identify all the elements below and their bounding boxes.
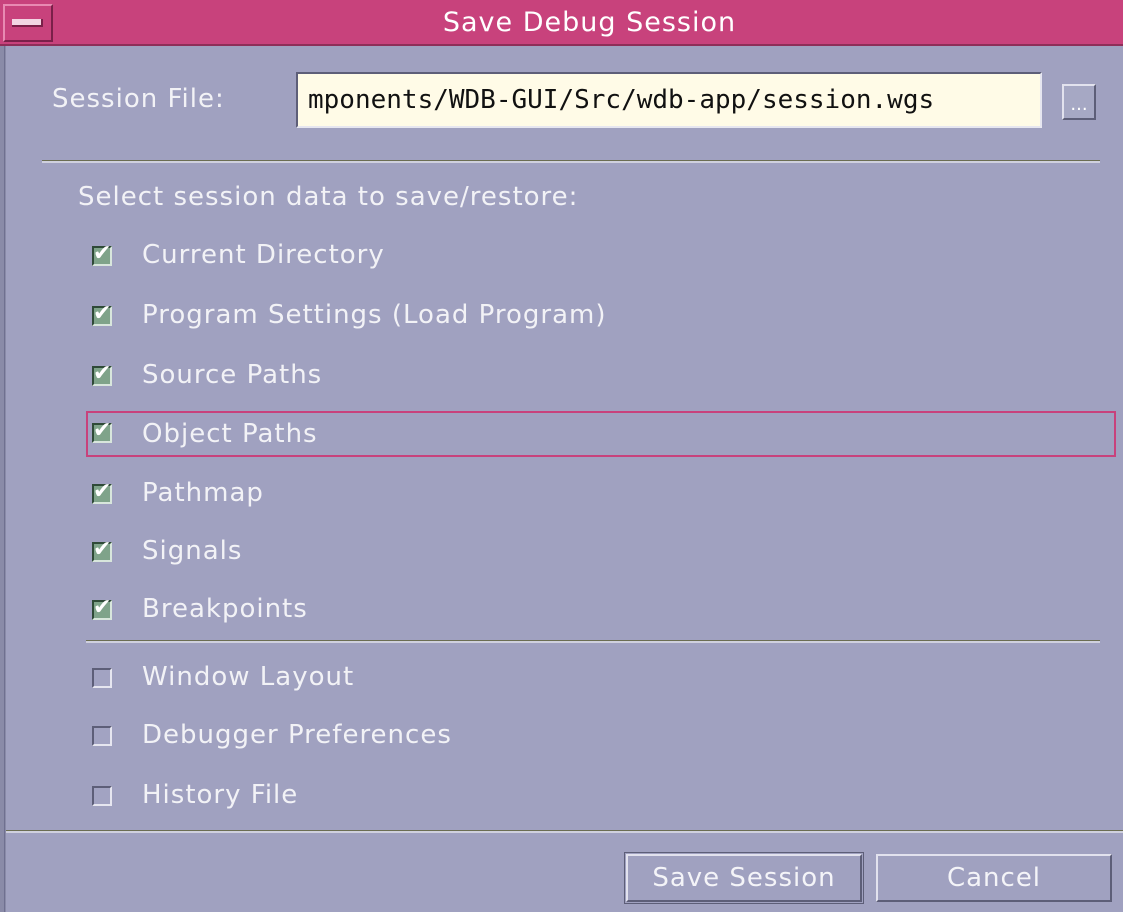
check-icon: ✔ <box>93 418 112 443</box>
option-label: Source Paths <box>142 360 323 390</box>
separator <box>6 830 1123 833</box>
option-history-file[interactable]: History File <box>86 774 1116 820</box>
option-breakpoints[interactable]: ✔ Breakpoints <box>86 588 1116 634</box>
session-file-label: Session File: <box>52 84 225 114</box>
option-label: Debugger Preferences <box>142 720 452 750</box>
check-icon: ✔ <box>93 479 112 504</box>
checkbox[interactable] <box>92 786 112 806</box>
separator <box>86 640 1100 643</box>
save-session-button[interactable]: Save Session <box>624 852 864 904</box>
option-label: History File <box>142 780 299 810</box>
checkbox[interactable] <box>92 668 112 688</box>
checkbox[interactable]: ✔ <box>92 480 112 504</box>
option-debugger-preferences[interactable]: Debugger Preferences <box>86 714 1116 760</box>
option-signals[interactable]: ✔ Signals <box>86 530 1116 576</box>
option-pathmap[interactable]: ✔ Pathmap <box>86 472 1116 518</box>
option-label: Current Directory <box>142 240 385 270</box>
check-icon: ✔ <box>93 301 112 326</box>
option-label: Object Paths <box>142 419 318 449</box>
separator <box>42 160 1100 163</box>
option-source-paths[interactable]: ✔ Source Paths <box>86 354 1116 400</box>
browse-button[interactable]: ... <box>1062 84 1096 120</box>
option-label: Breakpoints <box>142 594 308 624</box>
option-label: Pathmap <box>142 478 264 508</box>
checkbox[interactable]: ✔ <box>92 302 112 326</box>
option-label: Program Settings (Load Program) <box>142 300 607 330</box>
check-icon: ✔ <box>93 361 112 386</box>
window-title: Save Debug Session <box>442 7 737 38</box>
cancel-button[interactable]: Cancel <box>876 854 1112 902</box>
title-bar: Save Debug Session <box>0 0 1123 46</box>
checkbox[interactable]: ✔ <box>92 362 112 386</box>
window-menu-button[interactable] <box>3 4 53 42</box>
check-icon: ✔ <box>93 537 112 562</box>
check-icon: ✔ <box>93 241 112 266</box>
checkbox[interactable]: ✔ <box>92 538 112 562</box>
checkbox[interactable]: ✔ <box>92 419 112 443</box>
session-file-input[interactable]: mponents/WDB-GUI/Src/wdb-app/session.wgs <box>296 72 1042 128</box>
option-label: Window Layout <box>142 662 355 692</box>
checkbox[interactable] <box>92 726 112 746</box>
minus-icon <box>12 19 43 27</box>
checkbox[interactable]: ✔ <box>92 242 112 266</box>
window-frame-left <box>0 46 6 912</box>
option-current-directory[interactable]: ✔ Current Directory <box>86 234 1116 280</box>
option-window-layout[interactable]: Window Layout <box>86 656 1116 702</box>
option-program-settings[interactable]: ✔ Program Settings (Load Program) <box>86 294 1116 340</box>
check-icon: ✔ <box>93 595 112 620</box>
option-object-paths[interactable]: ✔ Object Paths <box>86 411 1116 457</box>
section-heading: Select session data to save/restore: <box>78 182 579 212</box>
checkbox[interactable]: ✔ <box>92 596 112 620</box>
option-label: Signals <box>142 536 243 566</box>
